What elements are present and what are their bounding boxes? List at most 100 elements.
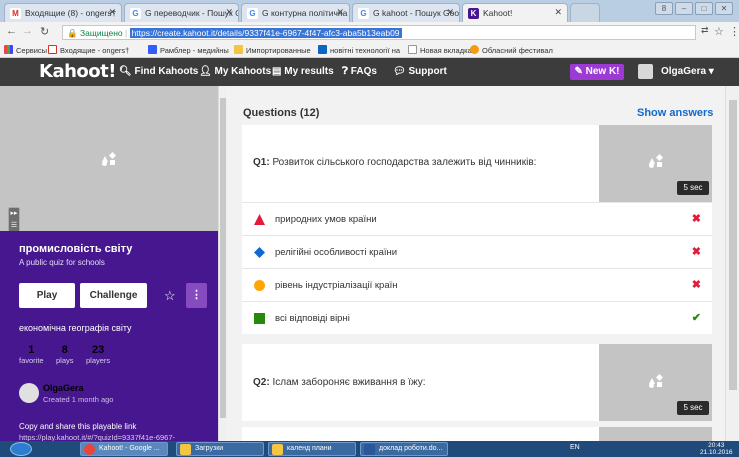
stat-value: 23: [91, 344, 105, 356]
ie-icon[interactable]: [46, 442, 69, 456]
new-kahoot-label: New K!: [585, 66, 620, 77]
help-icon: ❓︎: [342, 66, 351, 77]
google-icon: G: [358, 8, 369, 19]
answer-text: всі відповіді вірні: [275, 313, 350, 324]
forward-icon[interactable]: →: [22, 25, 33, 37]
incorrect-icon: ✖: [691, 246, 701, 258]
minimize-icon[interactable]: –: [675, 2, 693, 15]
play-button[interactable]: Play: [19, 283, 75, 308]
close-tab-icon[interactable]: ✕: [554, 7, 562, 18]
share-text: Copy and share this playable link: [19, 422, 137, 431]
bookmark-tech[interactable]: новітні технології на: [318, 45, 400, 55]
author-avatar[interactable]: [19, 383, 39, 403]
close-tab-icon[interactable]: ✕: [446, 7, 454, 18]
stat-label: favorite: [19, 356, 44, 365]
url-text: https://create.kahoot.it/details/9337f41…: [129, 28, 402, 38]
author-name[interactable]: OlgaGera: [43, 383, 84, 393]
close-window-icon[interactable]: ✕: [715, 2, 733, 15]
nav-label: FAQs: [350, 66, 377, 77]
bookmark-label: Обласний фестивал: [482, 46, 553, 55]
user-icon[interactable]: 8: [655, 2, 673, 15]
question-text: Q2: Іслам забороняє вживання в їжу:: [253, 377, 426, 388]
browser-tab-search[interactable]: G G kahoot - Пошук Google ✕: [352, 3, 460, 22]
clock[interactable]: 20:43 21.10.2016: [700, 442, 733, 456]
question-label: Іслам забороняє вживання в їжу:: [272, 377, 426, 388]
close-tab-icon[interactable]: ✕: [108, 7, 116, 18]
url-field[interactable]: 🔒 Защищено | https://create.kahoot.it/de…: [62, 25, 696, 40]
bookmark-apps[interactable]: Сервисы: [4, 45, 47, 55]
folder-icon: [234, 45, 243, 54]
browser-tab-gmail[interactable]: M Входящие (8) - ongers† ✕: [4, 3, 122, 22]
stat-players: 23 players: [86, 344, 110, 365]
start-button[interactable]: [10, 442, 32, 456]
browser-tab-translate[interactable]: G G переводчик - Пошук G† ✕: [124, 3, 239, 22]
diamond-icon: [254, 247, 265, 258]
nav-my-kahoots[interactable]: 👤︎ My Kahoots: [199, 66, 271, 77]
browser-tab-map[interactable]: G G контурна політична кар ✕: [241, 3, 350, 22]
chrome-icon: [84, 444, 95, 455]
question-number: Q1:: [253, 157, 270, 168]
bookmark-imported[interactable]: Импортированные: [234, 45, 311, 55]
questions-header: Questions (12): [243, 107, 320, 119]
kahoot-logo[interactable]: Kahoot!: [39, 61, 116, 82]
taskbar-word[interactable]: доклад роботи.do...: [360, 442, 448, 456]
linkedin-icon: [318, 45, 327, 54]
show-answers-link[interactable]: Show answers: [637, 107, 713, 119]
left-scrollbar[interactable]: [218, 86, 227, 441]
menu-icon[interactable]: ⋮: [729, 25, 739, 38]
search-icon: 🔍︎: [119, 66, 135, 77]
back-icon[interactable]: ←: [6, 25, 17, 37]
challenge-button[interactable]: Challenge: [80, 283, 147, 308]
google-icon: G: [130, 8, 141, 19]
question-image: 5 sec: [599, 344, 712, 421]
scroll-thumb[interactable]: [729, 100, 737, 390]
bookmarks-bar: Сервисы Входящие - ongers† Рамблер - мед…: [0, 42, 739, 58]
bookmark-newtab[interactable]: Новая вкладка: [408, 45, 472, 55]
more-options-button[interactable]: ⋮: [186, 283, 207, 308]
browser-tab-kahoot[interactable]: K Kahoot! ✕: [462, 3, 568, 22]
bookmark-star-icon[interactable]: ☆: [714, 25, 724, 38]
window-controls: 8 – □ ✕: [655, 2, 733, 15]
stat-label: players: [86, 356, 111, 365]
nav-find-kahoots[interactable]: 🔍︎ Find Kahoots: [119, 66, 198, 77]
language-indicator[interactable]: EN: [570, 444, 580, 451]
quiz-cover-image: [0, 86, 218, 231]
tab-label: Kahoot!: [483, 8, 513, 18]
incorrect-icon: ✖: [691, 213, 701, 225]
edit-icon: ✎: [574, 66, 583, 77]
taskbar-downloads[interactable]: Загрузки: [176, 442, 264, 456]
taskbar-calendar[interactable]: календ плани: [268, 442, 356, 456]
bookmark-label: Новая вкладка: [420, 46, 472, 55]
reload-icon[interactable]: ↻: [40, 25, 49, 38]
favorite-star-icon[interactable]: ☆: [164, 288, 176, 304]
nav-support[interactable]: 💬︎ Support: [393, 66, 447, 77]
windows-taskbar: Kahoot! - Google ... Загрузки календ пла…: [0, 441, 739, 457]
new-tab-button[interactable]: [570, 3, 600, 22]
scroll-thumb[interactable]: [220, 98, 226, 418]
kahoot-shapes-icon: [649, 373, 665, 388]
close-tab-icon[interactable]: ✕: [225, 7, 233, 18]
main-scrollbar[interactable]: [725, 86, 739, 441]
bookmark-festival[interactable]: Обласний фестивал: [470, 45, 553, 55]
avatar[interactable]: [638, 64, 653, 79]
question-number: Q2:: [253, 377, 270, 388]
bookmark-inbox[interactable]: Входящие - ongers†: [48, 45, 129, 55]
page-icon: [408, 45, 417, 54]
bookmark-rambler[interactable]: Рамблер - медийны: [148, 45, 229, 55]
nav-my-results[interactable]: ▤ My results: [272, 66, 334, 77]
question-label: Розвиток сільського господарства залежит…: [272, 157, 537, 168]
taskbar-chrome[interactable]: Kahoot! - Google ...: [80, 442, 168, 456]
close-tab-icon[interactable]: ✕: [336, 7, 344, 18]
stat-plays: 8 plays: [56, 344, 74, 365]
user-icon: 👤︎: [199, 66, 215, 77]
user-menu[interactable]: OlgaGera ▾: [661, 66, 714, 77]
new-kahoot-button[interactable]: ✎ New K!: [570, 64, 624, 80]
nav-faqs[interactable]: ❓︎ FAQs: [342, 66, 377, 77]
time-limit-badge: 5 sec: [677, 181, 709, 195]
results-icon: ▤: [272, 66, 285, 77]
folder-icon: [180, 444, 191, 455]
browser-tab-strip: M Входящие (8) - ongers† ✕ G G переводчи…: [0, 0, 739, 22]
translate-icon[interactable]: ⇄: [701, 25, 709, 36]
user-name: OlgaGera: [661, 66, 707, 77]
maximize-icon[interactable]: □: [695, 2, 713, 15]
